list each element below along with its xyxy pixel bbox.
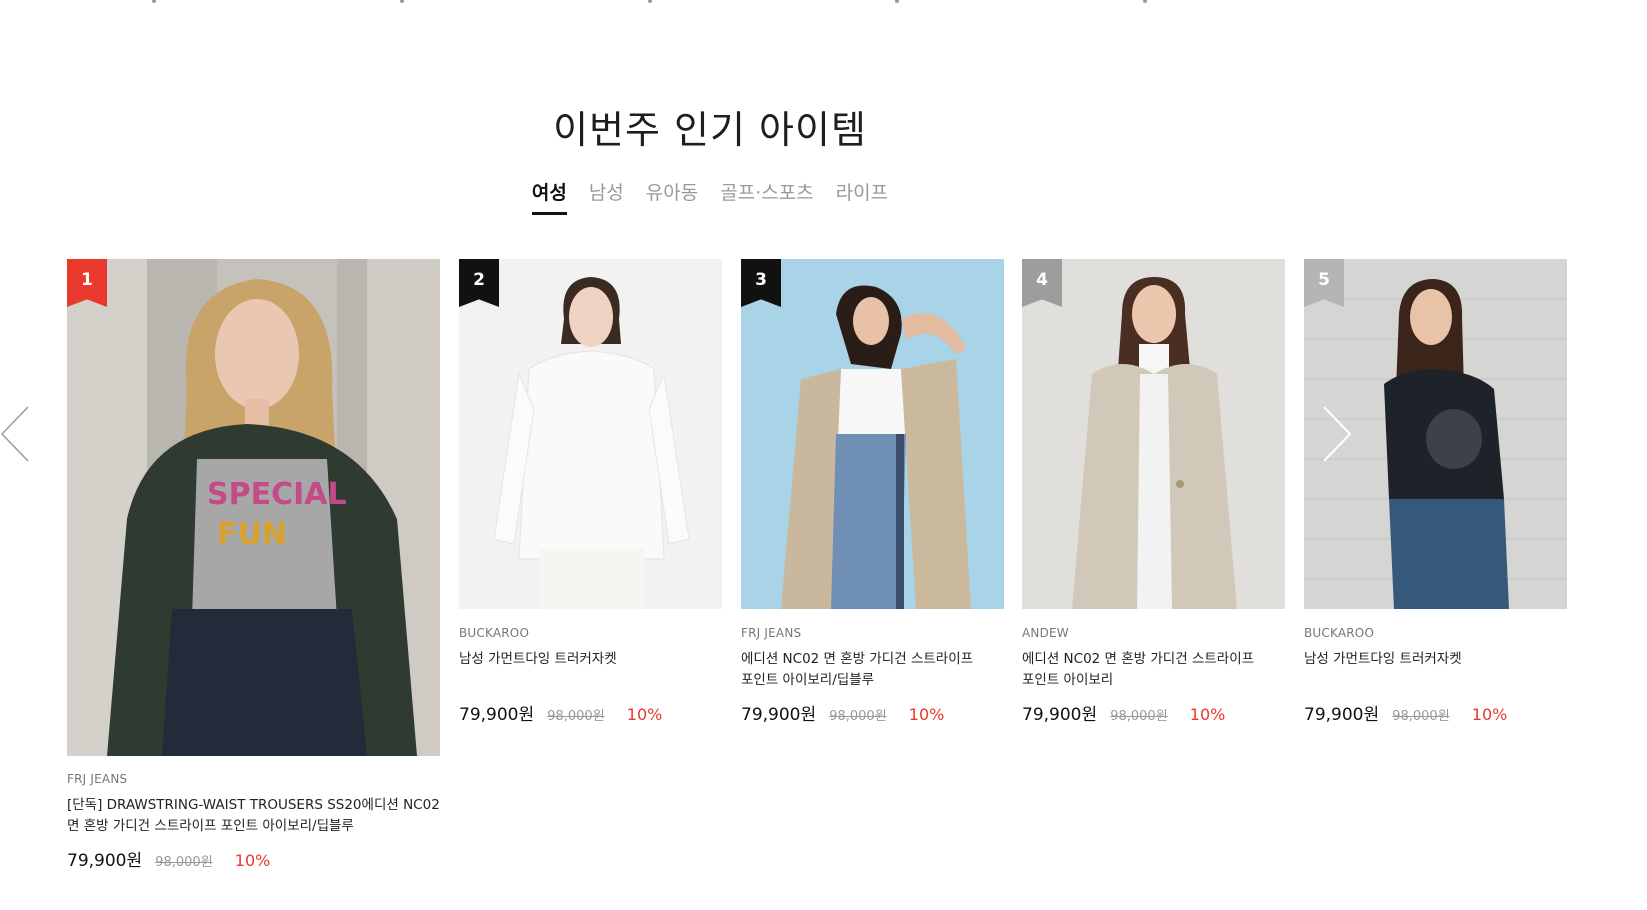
top-divider-marks xyxy=(0,0,1647,4)
product-name[interactable]: [단독] DRAWSTRING-WAIST TROUSERS SS20에디션 N… xyxy=(67,795,440,837)
price-row: 79,900원 98,000원 10% xyxy=(459,700,662,725)
product-name-line1: 에디션 NC02 면 혼방 가디건 스트라이프 xyxy=(1022,651,1255,667)
tab-women[interactable]: 여성 xyxy=(531,180,567,215)
product-name-line1: 남성 가먼트다잉 트러커자켓 xyxy=(1304,651,1462,667)
discount-rate: 10% xyxy=(234,851,271,870)
discount-rate: 10% xyxy=(626,705,663,724)
product-name-line2: 포인트 아이보리 xyxy=(1022,672,1114,688)
price-row: 79,900원 98,000원 10% xyxy=(67,846,270,871)
svg-text:SPECIAL: SPECIAL xyxy=(207,477,347,512)
tab-golf-sports[interactable]: 골프·스포츠 xyxy=(720,180,813,212)
price-row: 79,900원 98,000원 10% xyxy=(741,700,944,725)
product-name-line2: 포인트 아이보리/딥블루 xyxy=(741,672,875,688)
product-image[interactable]: 2 xyxy=(459,259,722,609)
product-name[interactable]: 남성 가먼트다잉 트러커자켓 xyxy=(459,649,722,670)
original-price: 98,000원 xyxy=(829,709,887,724)
tab-kids[interactable]: 유아동 xyxy=(646,180,698,212)
tab-men[interactable]: 남성 xyxy=(589,180,624,212)
discount-rate: 10% xyxy=(1189,705,1226,724)
product-name-line1: [단독] DRAWSTRING-WAIST TROUSERS SS20에디션 N… xyxy=(67,797,440,813)
product-card[interactable]: 2 BUCKAROO 남성 가먼트다잉 트러커자켓 79,900원 98,000… xyxy=(459,259,722,729)
sale-price: 79,900원 xyxy=(741,705,817,725)
tab-life[interactable]: 라이프 xyxy=(836,180,888,212)
price-row: 79,900원 98,000원 10% xyxy=(1022,700,1225,725)
product-name[interactable]: 에디션 NC02 면 혼방 가디건 스트라이프 포인트 아이보리/딥블루 xyxy=(741,649,1004,691)
discount-rate: 10% xyxy=(908,705,945,724)
product-image[interactable]: 3 xyxy=(741,259,1004,609)
section-title: 이번주 인기 아이템 xyxy=(553,108,867,152)
prev-arrow-button[interactable] xyxy=(0,405,30,463)
product-image[interactable]: 4 xyxy=(1022,259,1285,609)
discount-rate: 10% xyxy=(1471,705,1508,724)
chevron-right-icon xyxy=(1323,406,1352,462)
product-name-line2: 면 혼방 가디건 스트라이프 포인트 아이보리/딥블루 xyxy=(67,818,354,834)
product-name[interactable]: 남성 가먼트다잉 트러커자켓 xyxy=(1304,649,1567,670)
price-row: 79,900원 98,000원 10% xyxy=(1304,700,1507,725)
next-arrow-button[interactable] xyxy=(1322,405,1352,463)
original-price: 98,000원 xyxy=(1392,709,1450,724)
product-name-line1: 에디션 NC02 면 혼방 가디건 스트라이프 xyxy=(741,651,974,667)
brand-name: BUCKAROO xyxy=(459,626,530,640)
sale-price: 79,900원 xyxy=(1304,705,1380,725)
brand-name: BUCKAROO xyxy=(1304,626,1375,640)
product-name-line1: 남성 가먼트다잉 트러커자켓 xyxy=(459,651,617,667)
product-image[interactable]: SPECIAL FUN 1 xyxy=(67,259,440,756)
original-price: 98,000원 xyxy=(1110,709,1168,724)
svg-text:FUN: FUN xyxy=(217,517,287,552)
brand-name: ANDEW xyxy=(1022,626,1069,640)
product-card[interactable]: 5 BUCKAROO 남성 가먼트다잉 트러커자켓 79,900원 98,000… xyxy=(1304,259,1567,729)
category-tabs: 여성 남성 유아동 골프·스포츠 라이프 xyxy=(0,180,1420,215)
product-card[interactable]: 3 FRJ JEANS 에디션 NC02 면 혼방 가디건 스트라이프 포인트 … xyxy=(741,259,1004,729)
chevron-left-icon xyxy=(0,406,29,462)
original-price: 98,000원 xyxy=(547,709,605,724)
product-card[interactable]: SPECIAL FUN 1 FRJ JEANS [단독] DRAWSTRING-… xyxy=(67,259,440,879)
product-name[interactable]: 에디션 NC02 면 혼방 가디건 스트라이프 포인트 아이보리 xyxy=(1022,649,1285,691)
brand-name: FRJ JEANS xyxy=(67,772,128,786)
sale-price: 79,900원 xyxy=(67,851,143,871)
product-card[interactable]: 4 ANDEW 에디션 NC02 면 혼방 가디건 스트라이프 포인트 아이보리… xyxy=(1022,259,1285,729)
original-price: 98,000원 xyxy=(155,855,213,870)
brand-name: FRJ JEANS xyxy=(741,626,802,640)
sale-price: 79,900원 xyxy=(459,705,535,725)
popular-items-page: 이번주 인기 아이템 여성 남성 유아동 골프·스포츠 라이프 SPECIAL … xyxy=(0,0,1647,910)
sale-price: 79,900원 xyxy=(1022,705,1098,725)
